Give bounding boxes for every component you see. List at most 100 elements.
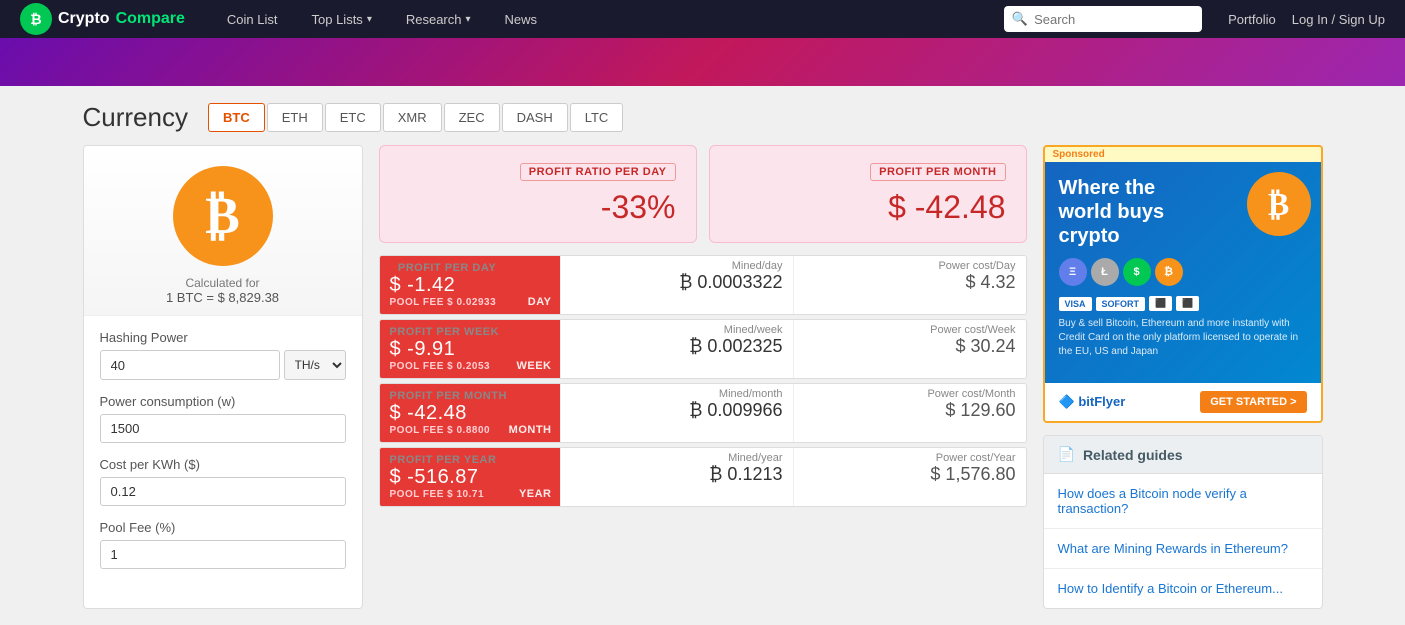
profit-per-month-value: $ -42.48 [730, 189, 1006, 226]
tab-dash[interactable]: DASH [502, 103, 568, 132]
hashing-power-input-row: TH/s GH/s MH/s [100, 350, 346, 380]
guides-icon: 📄 [1058, 446, 1075, 463]
page-container: Currency BTC ETH ETC XMR ZEC DASH LTC ₿ … [63, 86, 1343, 625]
power-month-col: Power cost/Month $ 129.60 [793, 384, 1026, 442]
search-icon: 🔍 [1012, 11, 1028, 27]
profit-week-value: $ -9.91 [390, 338, 500, 361]
tab-eth[interactable]: ETH [267, 103, 323, 132]
power-year-value: $ 1,576.80 [804, 464, 1016, 485]
hashing-power-group: Hashing Power TH/s GH/s MH/s [100, 330, 346, 380]
ad-coins-row: Ξ Ł $ ₿ [1059, 258, 1307, 286]
brand-logo-icon: ₿ [20, 3, 52, 35]
profit-month-value: $ -42.48 [390, 402, 507, 425]
login-link[interactable]: Log In / Sign Up [1292, 12, 1385, 27]
mined-day-value: ₿ 0.0003322 [571, 272, 783, 293]
left-panel: ₿ Calculated for 1 BTC = $ 8,829.38 Hash… [83, 145, 363, 609]
table-row: Profit per year $ -516.87 Pool Fee $ 10.… [379, 447, 1027, 507]
ad-title: Where the world buys crypto [1059, 176, 1209, 248]
mined-day-col: Mined/day ₿ 0.0003322 [560, 256, 793, 314]
hashing-power-label: Hashing Power [100, 330, 346, 345]
pool-fee-week: Pool Fee $ 0.2053 [390, 361, 500, 372]
table-row: Profit per month $ -42.48 Pool Fee $ 0.8… [379, 383, 1027, 443]
profit-ratio-day-value: -33% [400, 189, 676, 226]
nav-right-actions: Portfolio Log In / Sign Up [1228, 12, 1385, 27]
cost-per-kwh-label: Cost per KWh ($) [100, 457, 346, 472]
power-week-value: $ 30.24 [804, 336, 1016, 357]
calculated-label: Calculated for [185, 276, 259, 290]
ad-coin-eth: Ξ [1059, 258, 1087, 286]
right-panel: Sponsored ₿ Where the world buys crypto … [1043, 145, 1323, 609]
profit-day-value: $ -1.42 [390, 274, 497, 297]
power-consumption-label: Power consumption (w) [100, 394, 346, 409]
ad-coin-ltc: Ł [1091, 258, 1119, 286]
tab-etc[interactable]: ETC [325, 103, 381, 132]
mined-month-value: ₿ 0.009966 [571, 400, 783, 421]
badge-sofort: SOFORT [1096, 297, 1146, 311]
table-row: Profit per week $ -9.91 Pool Fee $ 0.205… [379, 319, 1027, 379]
tab-xmr[interactable]: XMR [383, 103, 442, 132]
ad-body: ₿ Where the world buys crypto Ξ Ł $ ₿ VI… [1045, 162, 1321, 383]
period-week-label: Week [517, 360, 552, 372]
brand-name-compare: Compare [116, 10, 185, 28]
nav-coin-list[interactable]: Coin List [215, 0, 290, 38]
btc-symbol: ₿ [205, 187, 240, 246]
ad-cta-button[interactable]: GET STARTED > [1200, 391, 1306, 413]
search-bar: 🔍 [1004, 6, 1202, 32]
power-month-value: $ 129.60 [804, 400, 1016, 421]
tab-zec[interactable]: ZEC [444, 103, 500, 132]
tab-btc[interactable]: BTC [208, 103, 265, 132]
period-week: Profit per week $ -9.91 Pool Fee $ 0.205… [380, 320, 560, 378]
top-lists-arrow: ▾ [367, 14, 372, 25]
cost-per-kwh-input[interactable] [100, 477, 346, 506]
power-consumption-group: Power consumption (w) [100, 394, 346, 443]
guides-header: 📄 Related guides [1044, 436, 1322, 474]
hashing-power-input[interactable] [100, 350, 280, 380]
period-day-label: Day [528, 296, 552, 308]
btc-icon-circle: ₿ [173, 166, 273, 266]
period-day: Profit per day $ -1.42 Pool Fee $ 0.0293… [380, 256, 560, 314]
guides-title: Related guides [1083, 447, 1183, 463]
guide-link-0[interactable]: How does a Bitcoin node verify a transac… [1044, 474, 1322, 529]
currency-tabs: BTC ETH ETC XMR ZEC DASH LTC [208, 103, 623, 132]
table-row: Profit per day $ -1.42 Pool Fee $ 0.0293… [379, 255, 1027, 315]
nav-news[interactable]: News [493, 0, 550, 38]
mined-year-value: ₿ 0.1213 [571, 464, 783, 485]
research-arrow: ▾ [465, 14, 470, 25]
navbar: ₿ Crypto Compare Coin List Top Lists ▾ Re… [0, 0, 1405, 38]
brand-logo-link[interactable]: ₿ Crypto Compare [20, 3, 185, 35]
pool-fee-month: Pool Fee $ 0.8800 [390, 425, 507, 436]
ad-card: Sponsored ₿ Where the world buys crypto … [1043, 145, 1323, 423]
power-day-value: $ 4.32 [804, 272, 1016, 293]
pool-fee-year: Pool Fee $ 10.71 [390, 489, 497, 500]
period-year: Profit per year $ -516.87 Pool Fee $ 10.… [380, 448, 560, 506]
coin-icon-area: ₿ Calculated for 1 BTC = $ 8,829.38 [84, 146, 362, 316]
guides-card: 📄 Related guides How does a Bitcoin node… [1043, 435, 1323, 609]
brand-name-crypto: Crypto [58, 10, 110, 28]
ad-coin-other: $ [1123, 258, 1151, 286]
ad-footer-logo: 🔷 bitFlyer [1059, 394, 1126, 410]
ad-coin-btc2: ₿ [1155, 258, 1183, 286]
profit-year-value: $ -516.87 [390, 466, 497, 489]
pool-fee-input[interactable] [100, 540, 346, 569]
cost-per-kwh-group: Cost per KWh ($) [100, 457, 346, 506]
detail-table: Profit per day $ -1.42 Pool Fee $ 0.0293… [379, 255, 1027, 507]
profit-summary: PROFIT RATIO PER DAY -33% PROFIT PER MON… [379, 145, 1027, 243]
mined-week-col: Mined/week ₿ 0.002325 [560, 320, 793, 378]
power-year-col: Power cost/Year $ 1,576.80 [793, 448, 1026, 506]
power-consumption-input[interactable] [100, 414, 346, 443]
page-title: Currency [83, 102, 188, 133]
guide-link-1[interactable]: What are Mining Rewards in Ethereum? [1044, 529, 1322, 569]
profit-card-day: PROFIT RATIO PER DAY -33% [379, 145, 697, 243]
mined-year-col: Mined/year ₿ 0.1213 [560, 448, 793, 506]
mined-week-value: ₿ 0.002325 [571, 336, 783, 357]
nav-top-lists[interactable]: Top Lists ▾ [300, 0, 384, 38]
search-input[interactable] [1034, 12, 1194, 27]
banner-strip [0, 38, 1405, 86]
nav-research[interactable]: Research ▾ [394, 0, 483, 38]
portfolio-link[interactable]: Portfolio [1228, 12, 1276, 27]
period-month-label: Month [509, 424, 552, 436]
tab-ltc[interactable]: LTC [570, 103, 624, 132]
guide-link-2[interactable]: How to Identify a Bitcoin or Ethereum... [1044, 569, 1322, 608]
hashing-power-unit-select[interactable]: TH/s GH/s MH/s [284, 350, 346, 380]
profit-card-month: PROFIT PER MONTH $ -42.48 [709, 145, 1027, 243]
